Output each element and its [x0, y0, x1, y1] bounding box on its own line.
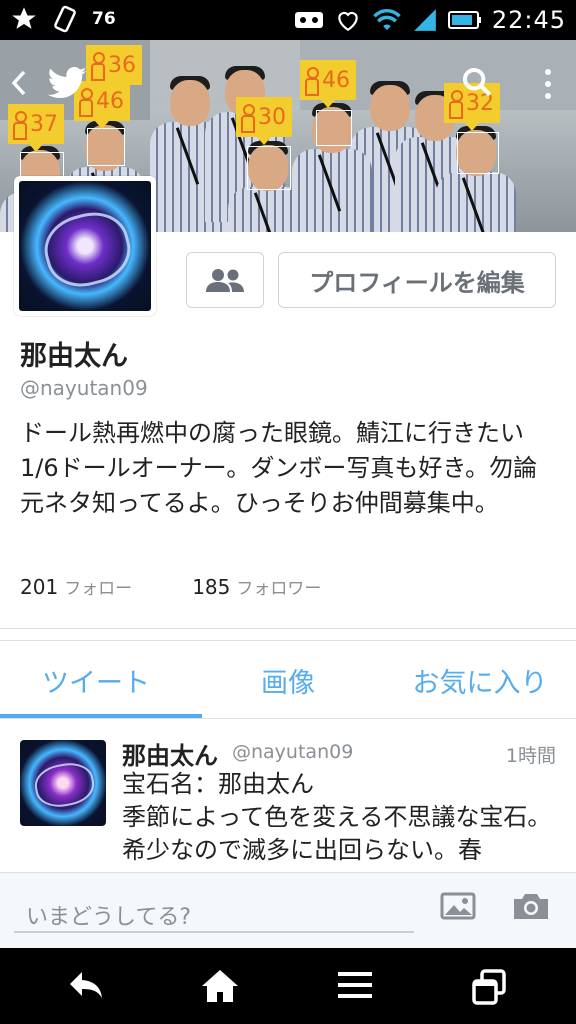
tweet-text[interactable]: 宝石名：那由太ん 季節によって色を変える不思議な宝石。希少なので滅多に出回らない… — [122, 768, 562, 872]
profile-name: 那由太ん — [20, 341, 128, 372]
phone-rotate-icon — [54, 5, 76, 33]
back-arrow-icon — [11, 70, 26, 96]
face-box — [316, 110, 352, 146]
nav-recents-button[interactable] — [470, 968, 508, 1010]
divider — [0, 628, 576, 629]
age-tag: 30 — [236, 97, 292, 145]
system-nav-bar — [0, 948, 576, 1024]
camera-button[interactable] — [512, 891, 550, 925]
profile-avatar[interactable] — [14, 176, 156, 316]
more-vertical-icon — [545, 69, 551, 99]
home-icon — [202, 970, 238, 1002]
nav-menu-button[interactable] — [336, 968, 374, 1006]
face-box — [457, 132, 499, 174]
profile-handle: @nayutan09 — [20, 376, 148, 400]
search-icon — [462, 67, 492, 97]
tab-media[interactable]: 画像 — [192, 642, 384, 718]
tweet-avatar[interactable] — [20, 740, 106, 826]
nav-back-button[interactable] — [66, 968, 106, 1006]
tab-tweets[interactable]: ツイート — [0, 642, 192, 718]
profile-tabs: ツイート 画像 お気に入り — [0, 642, 576, 718]
camera-icon — [514, 894, 548, 919]
divider — [0, 718, 576, 719]
face-box — [247, 146, 291, 190]
tweet-author-name: 那由太ん — [122, 742, 218, 770]
avatar-image — [19, 181, 151, 311]
tweet-author-handle: @nayutan09 — [232, 741, 354, 763]
following-label: フォロー — [64, 579, 133, 599]
signal-icon — [413, 9, 436, 31]
face-box — [87, 128, 125, 166]
people-icon — [206, 269, 244, 292]
status-bar: 76 22:45 — [0, 0, 576, 40]
age-tag: 36 — [86, 45, 142, 93]
follow-options-button[interactable] — [186, 252, 264, 308]
age-tag: 37 — [8, 104, 64, 152]
voicemail-icon — [294, 12, 323, 28]
twitter-home-button[interactable] — [46, 66, 88, 106]
edit-profile-button[interactable]: プロフィールを編集 — [278, 252, 556, 308]
search-button[interactable] — [460, 64, 494, 104]
back-button[interactable] — [10, 68, 30, 102]
age-tag: 46 — [300, 60, 356, 108]
attach-image-button[interactable] — [440, 891, 476, 925]
profile-bio: ドール熱再燃中の腐った眼鏡。鯖江に行きたい1/6ドールオーナー。ダンボー写真も好… — [20, 419, 538, 517]
divider — [0, 640, 576, 641]
star-icon — [12, 7, 36, 29]
tab-favorites[interactable]: お気に入り — [384, 642, 576, 718]
overflow-menu-button[interactable] — [542, 66, 554, 106]
compose-input[interactable]: いまどうしてる? — [14, 889, 414, 933]
menu-icon — [338, 972, 372, 998]
wifi-icon — [373, 8, 401, 30]
nav-home-button[interactable] — [200, 968, 240, 1008]
heart-sync-icon — [338, 11, 358, 32]
back-icon — [70, 972, 102, 998]
followers-count: 185 — [192, 575, 231, 599]
follow-counts: 201 フォロー 185 フォロワー — [20, 574, 321, 599]
clock: 22:45 — [491, 6, 566, 34]
battery-icon — [447, 11, 481, 29]
following-count-link[interactable]: 201 フォロー — [20, 574, 132, 599]
twitter-bird-icon — [47, 66, 87, 99]
compose-bar: いまどうしてる? — [0, 872, 576, 948]
recent-apps-icon — [472, 969, 506, 1005]
image-icon — [440, 892, 476, 920]
following-count: 201 — [20, 575, 59, 599]
followers-count-link[interactable]: 185 フォロワー — [192, 574, 321, 599]
battery-percent: 76 — [92, 9, 116, 29]
tweet-timestamp: 1時間 — [505, 745, 556, 767]
followers-label: フォロワー — [236, 579, 322, 599]
